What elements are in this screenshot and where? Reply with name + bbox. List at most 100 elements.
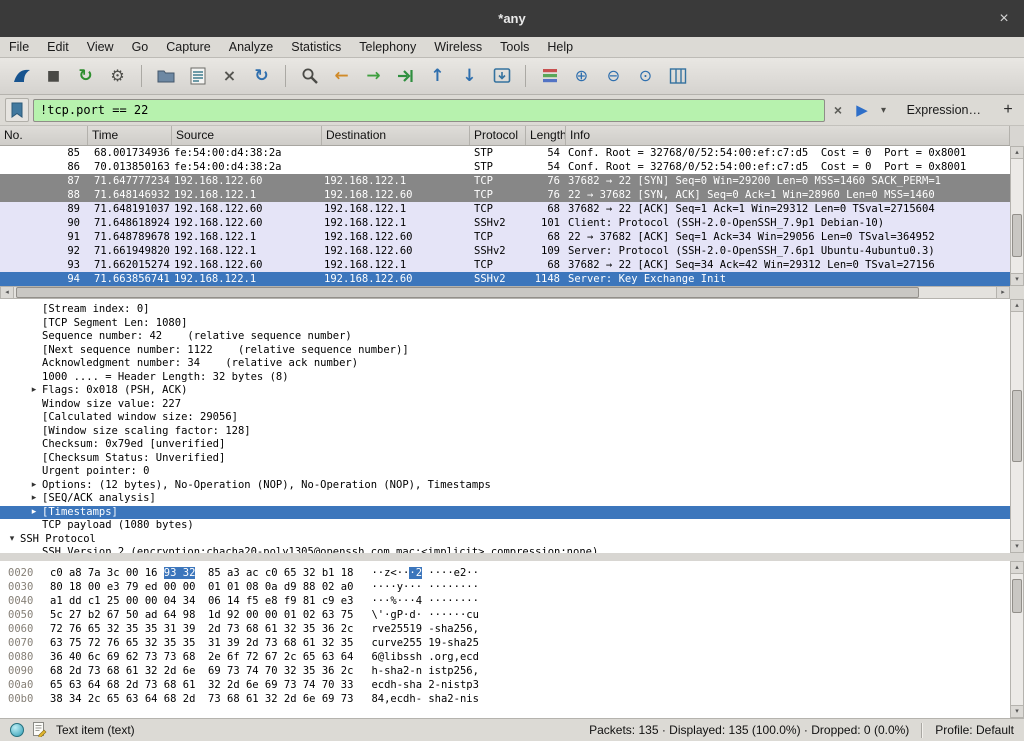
expander-icon[interactable] <box>26 303 42 317</box>
expander-icon[interactable] <box>26 371 42 385</box>
hex-ascii[interactable]: ····y··· ········ <box>371 580 478 594</box>
packet-detail-line[interactable]: [Window size scaling factor: 128] <box>0 425 1010 439</box>
hex-row[interactable]: 0020 c0 a8 7a 3c 00 16 93 32 85 a3 ac c0… <box>8 566 1010 580</box>
hex-bytes[interactable]: a1 dd c1 25 00 00 04 34 06 14 f5 e8 f9 8… <box>50 594 353 608</box>
scroll-left-icon[interactable]: ◂ <box>1 287 14 298</box>
scroll-up-icon[interactable]: ▴ <box>1011 147 1023 159</box>
packet-detail-line[interactable]: 1000 .... = Header Length: 32 bytes (8) <box>0 371 1010 385</box>
packet-list-hscrollbar[interactable]: ◂ ▸ <box>0 286 1010 299</box>
filter-clear-icon[interactable]: × <box>829 102 847 118</box>
packet-detail-line[interactable]: [TCP Segment Len: 1080] <box>0 317 1010 331</box>
add-filter-button[interactable]: + <box>997 99 1019 121</box>
packet-row[interactable]: 86 70.013850163 fe:54:00:d4:38:2a STP 54… <box>0 160 1010 174</box>
capture-comment-icon[interactable] <box>32 721 47 740</box>
filter-bookmark-icon[interactable] <box>5 98 29 122</box>
restart-capture-icon[interactable]: ↻ <box>72 63 99 89</box>
expander-icon[interactable] <box>26 425 42 439</box>
hex-bytes[interactable]: c0 a8 7a 3c 00 16 93 32 85 a3 ac c0 65 3… <box>50 566 353 580</box>
hex-row[interactable]: 0070 63 75 72 76 65 32 35 35 31 39 2d 73… <box>8 636 1010 650</box>
column-header-info[interactable]: Info <box>566 126 1010 145</box>
start-capture-icon[interactable] <box>8 63 35 89</box>
display-filter-input[interactable] <box>33 99 825 122</box>
go-forward-icon[interactable]: → <box>360 63 387 89</box>
packet-row[interactable]: 93 71.662015274 192.168.122.60 192.168.1… <box>0 258 1010 272</box>
details-scrollbar[interactable]: ▴ ▾ <box>1010 299 1024 553</box>
hex-ascii[interactable]: 84,ecdh- sha2-nis <box>371 692 478 706</box>
expander-icon[interactable]: ▸ <box>26 492 42 506</box>
packet-detail-line[interactable]: ▾ SSH Protocol <box>0 533 1010 547</box>
goto-packet-icon[interactable] <box>392 63 419 89</box>
hex-bytes[interactable]: 65 63 64 68 2d 73 68 61 32 2d 6e 69 73 7… <box>50 678 353 692</box>
menu-item[interactable]: Statistics <box>282 38 350 56</box>
packet-row[interactable]: 90 71.648618924 192.168.122.60 192.168.1… <box>0 216 1010 230</box>
window-close-icon[interactable]: × <box>994 9 1014 29</box>
hex-bytes[interactable]: 80 18 00 e3 79 ed 00 00 01 01 08 0a d9 8… <box>50 580 353 594</box>
packet-row[interactable]: 87 71.647777234 192.168.122.60 192.168.1… <box>0 174 1010 188</box>
packet-detail-line[interactable]: [Next sequence number: 1122 (relative se… <box>0 344 1010 358</box>
scroll-down-icon[interactable]: ▾ <box>1011 705 1023 717</box>
hex-row[interactable]: 0060 72 76 65 32 35 35 31 39 2d 73 68 61… <box>8 622 1010 636</box>
menu-item[interactable]: Analyze <box>220 38 282 56</box>
go-back-icon[interactable]: ← <box>328 63 355 89</box>
column-header-no[interactable]: No. <box>0 126 88 145</box>
packet-detail-line[interactable]: SSH Version 2 (encryption:chacha20-poly1… <box>0 546 1010 553</box>
packet-row[interactable]: 85 68.001734936 fe:54:00:d4:38:2a STP 54… <box>0 146 1010 160</box>
hex-ascii[interactable]: \'·gP·d· ······cu <box>371 608 478 622</box>
hex-bytes[interactable]: 72 76 65 32 35 35 31 39 2d 73 68 61 32 3… <box>50 622 353 636</box>
expander-icon[interactable] <box>26 546 42 553</box>
expander-icon[interactable]: ▸ <box>26 384 42 398</box>
packet-detail-line[interactable]: [Checksum Status: Unverified] <box>0 452 1010 466</box>
expander-icon[interactable] <box>26 411 42 425</box>
expander-icon[interactable] <box>26 519 42 533</box>
hex-scrollbar[interactable]: ▴ ▾ <box>1010 561 1024 718</box>
hex-row[interactable]: 0040 a1 dd c1 25 00 00 04 34 06 14 f5 e8… <box>8 594 1010 608</box>
zoom-original-icon[interactable]: ⊙ <box>632 63 659 89</box>
packet-row[interactable]: 88 71.648146932 192.168.122.1 192.168.12… <box>0 188 1010 202</box>
hex-row[interactable]: 0050 5c 27 b2 67 50 ad 64 98 1d 92 00 00… <box>8 608 1010 622</box>
hex-ascii[interactable]: ···%···4 ········ <box>371 594 478 608</box>
scrollbar-thumb[interactable] <box>1012 579 1022 613</box>
scrollbar-thumb[interactable] <box>1012 390 1022 463</box>
expander-icon[interactable] <box>26 398 42 412</box>
hex-bytes[interactable]: 5c 27 b2 67 50 ad 64 98 1d 92 00 00 01 0… <box>50 608 353 622</box>
expander-icon[interactable] <box>26 330 42 344</box>
open-file-icon[interactable] <box>152 63 179 89</box>
expander-icon[interactable] <box>26 452 42 466</box>
expander-icon[interactable] <box>26 357 42 371</box>
profile-label[interactable]: Profile: Default <box>935 723 1014 737</box>
hex-bytes[interactable]: 68 2d 73 68 61 32 2d 6e 69 73 74 70 32 3… <box>50 664 353 678</box>
column-header-protocol[interactable]: Protocol <box>470 126 526 145</box>
packet-detail-line[interactable]: Urgent pointer: 0 <box>0 465 1010 479</box>
packet-list-scrollbar[interactable]: ▴ ▾ <box>1010 146 1024 286</box>
menu-item[interactable]: Go <box>123 38 158 56</box>
expander-icon[interactable]: ▸ <box>26 506 42 520</box>
hex-ascii[interactable]: ecdh-sha 2-nistp3 <box>371 678 478 692</box>
capture-options-icon[interactable]: ⚙ <box>104 63 131 89</box>
packet-detail-line[interactable]: Sequence number: 42 (relative sequence n… <box>0 330 1010 344</box>
zoom-out-icon[interactable]: ⊖ <box>600 63 627 89</box>
hex-ascii[interactable]: ··z<···2 ····e2·· <box>371 566 479 580</box>
scroll-down-icon[interactable]: ▾ <box>1011 273 1023 285</box>
packet-detail-line[interactable]: ▸ [SEQ/ACK analysis] <box>0 492 1010 506</box>
column-header-source[interactable]: Source <box>172 126 322 145</box>
hex-ascii[interactable]: h-sha2-n istp256, <box>371 664 478 678</box>
find-packet-icon[interactable] <box>296 63 323 89</box>
menu-item[interactable]: Tools <box>491 38 538 56</box>
hex-row[interactable]: 0030 80 18 00 e3 79 ed 00 00 01 01 08 0a… <box>8 580 1010 594</box>
autoscroll-icon[interactable] <box>488 63 515 89</box>
packet-detail-line[interactable]: Window size value: 227 <box>0 398 1010 412</box>
hex-ascii[interactable]: curve255 19-sha25 <box>371 636 478 650</box>
expander-icon[interactable]: ▾ <box>4 533 20 547</box>
hex-bytes[interactable]: 36 40 6c 69 62 73 73 68 2e 6f 72 67 2c 6… <box>50 650 353 664</box>
packet-detail-line[interactable]: Acknowledgment number: 34 (relative ack … <box>0 357 1010 371</box>
resize-columns-icon[interactable] <box>664 63 691 89</box>
packet-detail-line[interactable]: ▸ Options: (12 bytes), No-Operation (NOP… <box>0 479 1010 493</box>
packet-row[interactable]: 89 71.648191037 192.168.122.60 192.168.1… <box>0 202 1010 216</box>
packet-row[interactable]: 94 71.663856741 192.168.122.1 192.168.12… <box>0 272 1010 286</box>
hscrollbar-thumb[interactable] <box>16 287 919 298</box>
expression-button[interactable]: Expression… <box>907 103 981 117</box>
menu-item[interactable]: Capture <box>157 38 219 56</box>
expander-icon[interactable] <box>26 465 42 479</box>
packet-detail-line[interactable]: ▸ Flags: 0x018 (PSH, ACK) <box>0 384 1010 398</box>
expert-info-icon[interactable] <box>10 723 24 737</box>
